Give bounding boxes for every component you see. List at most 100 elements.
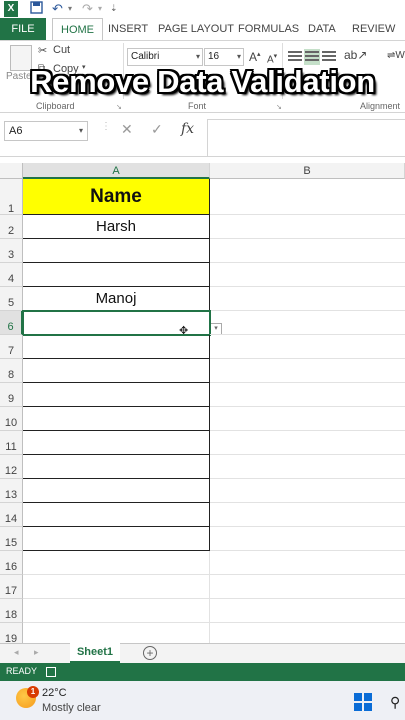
cell-b2[interactable] xyxy=(210,215,405,239)
weather-condition[interactable]: Mostly clear xyxy=(42,702,101,714)
cell-a14[interactable] xyxy=(23,503,210,527)
row-header[interactable]: 14 xyxy=(0,503,23,527)
row-header[interactable]: 8 xyxy=(0,359,23,383)
status-bar: READY xyxy=(0,663,405,681)
cell-a15[interactable] xyxy=(23,527,210,551)
align-middle-icon[interactable] xyxy=(304,49,320,65)
cut-button[interactable]: Cut xyxy=(53,44,70,56)
cell-b6[interactable] xyxy=(210,311,405,335)
cell-a12[interactable] xyxy=(23,455,210,479)
weather-temperature[interactable]: 22°C xyxy=(42,687,67,699)
cell-b12[interactable] xyxy=(210,455,405,479)
enter-icon[interactable]: ✓ xyxy=(151,121,163,138)
cell-a16[interactable] xyxy=(23,551,210,575)
macro-record-icon[interactable] xyxy=(46,667,56,677)
cell-b1[interactable] xyxy=(210,179,405,215)
cancel-icon[interactable]: ✕ xyxy=(121,121,133,138)
cell-a17[interactable] xyxy=(23,575,210,599)
sheet-tab-sheet1[interactable]: Sheet1 xyxy=(70,643,120,663)
row-header[interactable]: 3 xyxy=(0,239,23,263)
cell-a9[interactable] xyxy=(23,383,210,407)
row-header[interactable]: 15 xyxy=(0,527,23,551)
row-header[interactable]: 16 xyxy=(0,551,23,575)
row-header[interactable]: 9 xyxy=(0,383,23,407)
row-header[interactable]: 2 xyxy=(0,215,23,239)
tab-file[interactable]: FILE xyxy=(0,18,46,40)
tab-data[interactable]: DATA xyxy=(308,18,336,40)
insert-function-icon[interactable]: fx xyxy=(181,121,194,137)
row-header[interactable]: 17 xyxy=(0,575,23,599)
cut-icon[interactable]: ✂ xyxy=(38,44,47,57)
dialog-launcher-icon[interactable]: ↘ xyxy=(276,103,282,111)
cell-b16[interactable] xyxy=(210,551,405,575)
cell-b14[interactable] xyxy=(210,503,405,527)
cell-a4[interactable] xyxy=(23,263,210,287)
save-icon[interactable] xyxy=(30,1,43,17)
cell-b8[interactable] xyxy=(210,359,405,383)
tab-page-layout[interactable]: PAGE LAYOUT xyxy=(158,18,234,40)
row-header[interactable]: 5 xyxy=(0,287,23,311)
tab-review[interactable]: REVIEW xyxy=(352,18,395,40)
column-header-a[interactable]: A xyxy=(23,163,210,179)
redo-icon[interactable]: ↷ xyxy=(82,1,93,17)
cell-a5[interactable]: Manoj xyxy=(23,287,210,311)
cell-b19[interactable] xyxy=(210,623,405,643)
select-all-corner[interactable] xyxy=(0,163,23,179)
tab-home[interactable]: HOME xyxy=(52,18,103,40)
formula-bar-grip-icon: ⋮ xyxy=(101,121,111,132)
cell-a11[interactable] xyxy=(23,431,210,455)
row-header[interactable]: 13 xyxy=(0,479,23,503)
align-top-icon[interactable] xyxy=(287,49,303,65)
dialog-launcher-icon[interactable]: ↘ xyxy=(116,103,122,111)
row-header[interactable]: 4 xyxy=(0,263,23,287)
cell-a7[interactable] xyxy=(23,335,210,359)
cell-a3[interactable] xyxy=(23,239,210,263)
cell-b3[interactable] xyxy=(210,239,405,263)
cell-b9[interactable] xyxy=(210,383,405,407)
formula-input[interactable] xyxy=(207,119,405,157)
cell-a13[interactable] xyxy=(23,479,210,503)
search-icon[interactable]: ⚲ xyxy=(390,694,400,711)
cell-b13[interactable] xyxy=(210,479,405,503)
row-header[interactable]: 11 xyxy=(0,431,23,455)
row-header[interactable]: 12 xyxy=(0,455,23,479)
font-size-value: 16 xyxy=(208,51,220,62)
cell-b4[interactable] xyxy=(210,263,405,287)
cell-b11[interactable] xyxy=(210,431,405,455)
worksheet-grid[interactable]: A B ▾ ✥ 1 Name 2 Harsh 3 4 5 Manoj 6 7 8 9 10 11 12 13 1… xyxy=(0,163,405,643)
cell-a2[interactable]: Harsh xyxy=(23,215,210,239)
add-sheet-button[interactable]: + xyxy=(143,646,157,660)
row-header[interactable]: 10 xyxy=(0,407,23,431)
row-header[interactable]: 19 xyxy=(0,623,23,643)
sheet-next-icon[interactable]: ▸ xyxy=(34,647,39,658)
row-header[interactable]: 18 xyxy=(0,599,23,623)
cell-a1[interactable]: Name xyxy=(23,179,210,215)
align-bottom-icon[interactable] xyxy=(321,49,337,65)
row-header[interactable]: 1 xyxy=(0,179,23,215)
cell-b18[interactable] xyxy=(210,599,405,623)
cell-b7[interactable] xyxy=(210,335,405,359)
tab-insert[interactable]: INSERT xyxy=(108,18,148,40)
name-box[interactable]: A6 ▾ xyxy=(4,121,88,141)
windows-start-icon[interactable] xyxy=(354,693,372,711)
undo-icon[interactable]: ↶ xyxy=(52,1,63,17)
grow-font-icon[interactable]: A▴ xyxy=(249,50,261,64)
sheet-prev-icon[interactable]: ◂ xyxy=(14,647,19,658)
cell-b10[interactable] xyxy=(210,407,405,431)
row-header[interactable]: 6 xyxy=(0,311,23,335)
wrap-text-icon[interactable]: ⇌W xyxy=(387,50,405,61)
row-header[interactable]: 7 xyxy=(0,335,23,359)
orientation-icon[interactable]: ab↗ xyxy=(344,48,367,62)
cell-a6[interactable] xyxy=(22,310,211,336)
cell-b5[interactable] xyxy=(210,287,405,311)
status-ready: READY xyxy=(6,666,38,676)
cell-b17[interactable] xyxy=(210,575,405,599)
cell-a19[interactable] xyxy=(23,623,210,643)
cell-a10[interactable] xyxy=(23,407,210,431)
cell-b15[interactable] xyxy=(210,527,405,551)
customize-qat-icon[interactable]: ⇣ xyxy=(110,3,118,19)
column-header-b[interactable]: B xyxy=(210,163,405,179)
cell-a18[interactable] xyxy=(23,599,210,623)
tab-formulas[interactable]: FORMULAS xyxy=(238,18,299,40)
cell-a8[interactable] xyxy=(23,359,210,383)
